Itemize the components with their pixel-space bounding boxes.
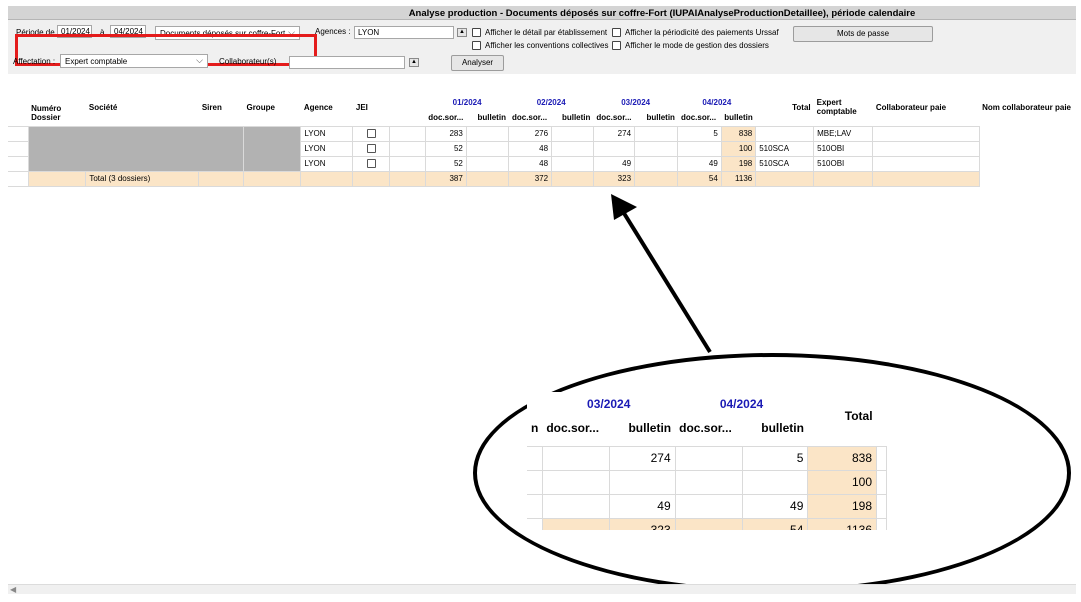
zoom-header-month-3: 03/2024 (587, 397, 631, 411)
zoom-cell-m4: 5 (742, 446, 809, 471)
annotation-arrow-line (620, 208, 712, 354)
zoom-header-m3-bulletin: bulletin (628, 421, 672, 435)
zoom-total-grand: 1136 (807, 518, 878, 530)
zoom-cell-m3: 49 (609, 494, 676, 519)
zoom-cell-total: 198 (807, 494, 878, 519)
zoom-cell-total: 838 (807, 446, 878, 471)
zoom-header-m4-doc: doc.sor... (679, 421, 732, 435)
table-row: 274 5 838 (527, 446, 887, 471)
table-row: 100 (527, 470, 887, 495)
scroll-left-icon[interactable]: ◀ (10, 585, 16, 594)
zoom-header-month-4: 04/2024 (719, 397, 764, 411)
zoom-total-row: 323 54 1136 (527, 518, 887, 530)
zoom-header-m4-bulletin: bulletin (761, 421, 804, 435)
zoom-cell-m3: 274 (609, 446, 676, 471)
zoom-cell-m3 (609, 470, 676, 495)
zoom-total-m4: 54 (742, 518, 809, 530)
zoom-cell-m4 (742, 470, 809, 495)
zoom-total-m3: 323 (609, 518, 676, 530)
zoom-header-m3-doc: doc.sor... (546, 421, 600, 435)
zoom-header-total: Total (844, 409, 873, 423)
zoom-table: 03/2024 04/2024 Total n doc.sor... bulle… (527, 392, 887, 530)
zoom-header-row-1: 03/2024 04/2024 Total (527, 392, 887, 423)
zoom-cell-total: 100 (807, 470, 878, 495)
zoom-callout: 03/2024 04/2024 Total n doc.sor... bulle… (527, 392, 887, 530)
table-row: 49 49 198 (527, 494, 887, 519)
zoom-cell-m4: 49 (742, 494, 809, 519)
horizontal-scrollbar[interactable]: ◀ (8, 584, 1076, 594)
